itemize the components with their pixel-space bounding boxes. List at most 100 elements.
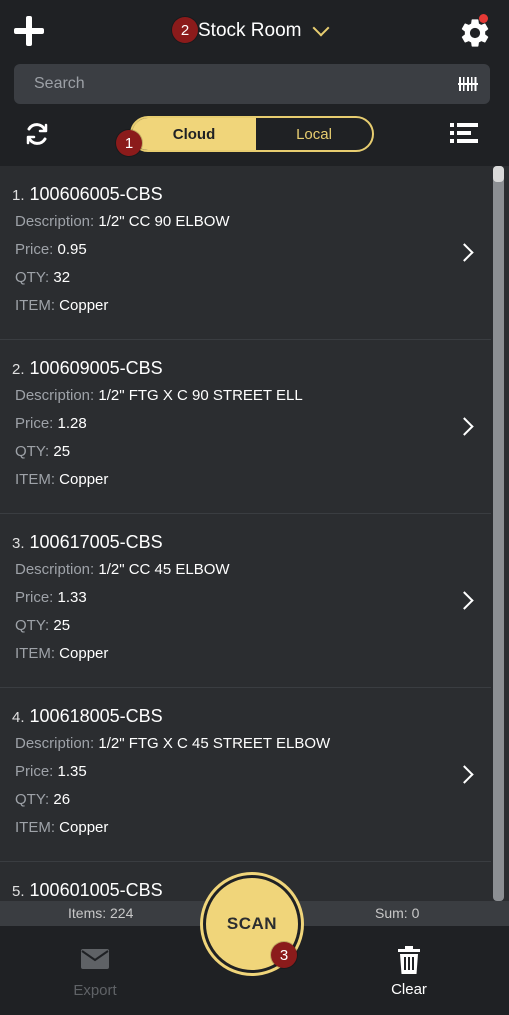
qty-value: 26 bbox=[53, 791, 71, 808]
description-label: Description: bbox=[15, 735, 95, 752]
description-value: 1/2" FTG X C 45 STREET ELBOW bbox=[98, 735, 331, 752]
item-description: Description: 1/2" CC 90 ELBOW bbox=[15, 213, 230, 230]
item-category: ITEM: Copper bbox=[15, 297, 108, 314]
price-value: 1.28 bbox=[57, 415, 87, 432]
clear-button[interactable]: Clear bbox=[380, 944, 438, 998]
trash-icon bbox=[398, 946, 420, 974]
clear-label: Clear bbox=[391, 981, 427, 998]
category-label: ITEM: bbox=[15, 471, 55, 488]
item-category: ITEM: Copper bbox=[15, 471, 108, 488]
item-description: Description: 1/2" FTG X C 45 STREET ELBO… bbox=[15, 735, 330, 752]
qty-label: QTY: bbox=[15, 269, 50, 286]
marker-2: 2 bbox=[172, 17, 198, 43]
qty-value: 25 bbox=[53, 443, 71, 460]
description-label: Description: bbox=[15, 387, 95, 404]
header: Stock Room Search Cloud Local bbox=[0, 0, 509, 166]
list-item[interactable]: 1. 100606005-CBS Description: 1/2" CC 90… bbox=[0, 166, 491, 340]
item-number: 4. bbox=[12, 709, 25, 726]
search-input[interactable]: Search bbox=[14, 64, 490, 104]
category-value: Copper bbox=[59, 471, 109, 488]
item-qty: QTY: 25 bbox=[15, 617, 70, 634]
chevron-right-icon[interactable] bbox=[455, 591, 474, 610]
price-label: Price: bbox=[15, 241, 54, 258]
qty-label: QTY: bbox=[15, 791, 50, 808]
item-title: 2. 100609005-CBS bbox=[12, 358, 163, 379]
item-price: Price: 1.33 bbox=[15, 589, 87, 606]
item-price: Price: 1.28 bbox=[15, 415, 87, 432]
qty-value: 25 bbox=[53, 617, 71, 634]
app: Stock Room Search Cloud Local 1. 1006060… bbox=[0, 0, 509, 1015]
description-value: 1/2" CC 45 ELBOW bbox=[98, 561, 230, 578]
item-qty: QTY: 32 bbox=[15, 269, 70, 286]
qty-label: QTY: bbox=[15, 443, 50, 460]
marker-1: 1 bbox=[116, 130, 142, 156]
description-value: 1/2" FTG X C 90 STREET ELL bbox=[98, 387, 303, 404]
item-category: ITEM: Copper bbox=[15, 819, 108, 836]
mail-icon bbox=[81, 949, 109, 969]
chevron-down-icon bbox=[312, 19, 330, 37]
qty-label: QTY: bbox=[15, 617, 50, 634]
item-number: 3. bbox=[12, 535, 25, 552]
category-label: ITEM: bbox=[15, 645, 55, 662]
item-qty: QTY: 25 bbox=[15, 443, 70, 460]
chevron-right-icon[interactable] bbox=[455, 417, 474, 436]
item-number: 1. bbox=[12, 187, 25, 204]
price-label: Price: bbox=[15, 589, 54, 606]
list-item[interactable]: 2. 100609005-CBS Description: 1/2" FTG X… bbox=[0, 340, 491, 514]
item-title: 1. 100606005-CBS bbox=[12, 184, 163, 205]
export-label: Export bbox=[73, 982, 117, 999]
item-title: 4. 100618005-CBS bbox=[12, 706, 163, 727]
source-toggle: Cloud Local bbox=[130, 116, 374, 152]
export-button[interactable]: Export bbox=[62, 946, 128, 999]
description-label: Description: bbox=[15, 561, 95, 578]
item-price: Price: 1.35 bbox=[15, 763, 87, 780]
search-placeholder: Search bbox=[34, 75, 85, 92]
scrollbar-thumb[interactable] bbox=[493, 166, 504, 901]
price-value: 1.35 bbox=[57, 763, 87, 780]
description-value: 1/2" CC 90 ELBOW bbox=[98, 213, 230, 230]
scan-label: SCAN bbox=[226, 914, 278, 933]
qty-value: 32 bbox=[53, 269, 71, 286]
item-description: Description: 1/2" FTG X C 90 STREET ELL bbox=[15, 387, 303, 404]
toggle-cloud[interactable]: Cloud bbox=[132, 118, 256, 150]
category-value: Copper bbox=[59, 819, 109, 836]
item-code: 100606005-CBS bbox=[29, 184, 163, 204]
location-selector[interactable]: Stock Room bbox=[198, 18, 330, 44]
list-icon[interactable] bbox=[450, 122, 478, 144]
price-value: 0.95 bbox=[57, 241, 87, 258]
refresh-icon[interactable] bbox=[23, 120, 51, 148]
category-label: ITEM: bbox=[15, 819, 55, 836]
description-label: Description: bbox=[15, 213, 95, 230]
list-item[interactable]: 4. 100618005-CBS Description: 1/2" FTG X… bbox=[0, 688, 491, 862]
item-code: 100609005-CBS bbox=[29, 358, 163, 378]
item-list[interactable]: 1. 100606005-CBS Description: 1/2" CC 90… bbox=[0, 166, 491, 901]
marker-3: 3 bbox=[271, 942, 297, 968]
item-code: 100618005-CBS bbox=[29, 706, 163, 726]
scrollbar-top bbox=[493, 166, 504, 182]
category-label: ITEM: bbox=[15, 297, 55, 314]
item-price: Price: 0.95 bbox=[15, 241, 87, 258]
sum-value: Sum: 0 bbox=[375, 905, 420, 921]
list-item[interactable]: 3. 100617005-CBS Description: 1/2" CC 45… bbox=[0, 514, 491, 688]
price-label: Price: bbox=[15, 415, 54, 432]
item-description: Description: 1/2" CC 45 ELBOW bbox=[15, 561, 230, 578]
category-value: Copper bbox=[59, 645, 109, 662]
barcode-icon[interactable] bbox=[458, 76, 478, 92]
item-code: 100601005-CBS bbox=[29, 880, 163, 900]
item-category: ITEM: Copper bbox=[15, 645, 108, 662]
category-value: Copper bbox=[59, 297, 109, 314]
item-qty: QTY: 26 bbox=[15, 791, 70, 808]
add-icon[interactable] bbox=[12, 14, 46, 48]
item-title: 5. 100601005-CBS bbox=[12, 880, 163, 901]
item-code: 100617005-CBS bbox=[29, 532, 163, 552]
chevron-right-icon[interactable] bbox=[455, 243, 474, 262]
location-label: Stock Room bbox=[198, 20, 302, 41]
toggle-local[interactable]: Local bbox=[256, 118, 372, 150]
item-number: 2. bbox=[12, 361, 25, 378]
price-label: Price: bbox=[15, 763, 54, 780]
item-number: 5. bbox=[12, 883, 25, 900]
item-title: 3. 100617005-CBS bbox=[12, 532, 163, 553]
notification-dot bbox=[479, 14, 488, 23]
chevron-right-icon[interactable] bbox=[455, 765, 474, 784]
items-count: Items: 224 bbox=[68, 905, 134, 921]
